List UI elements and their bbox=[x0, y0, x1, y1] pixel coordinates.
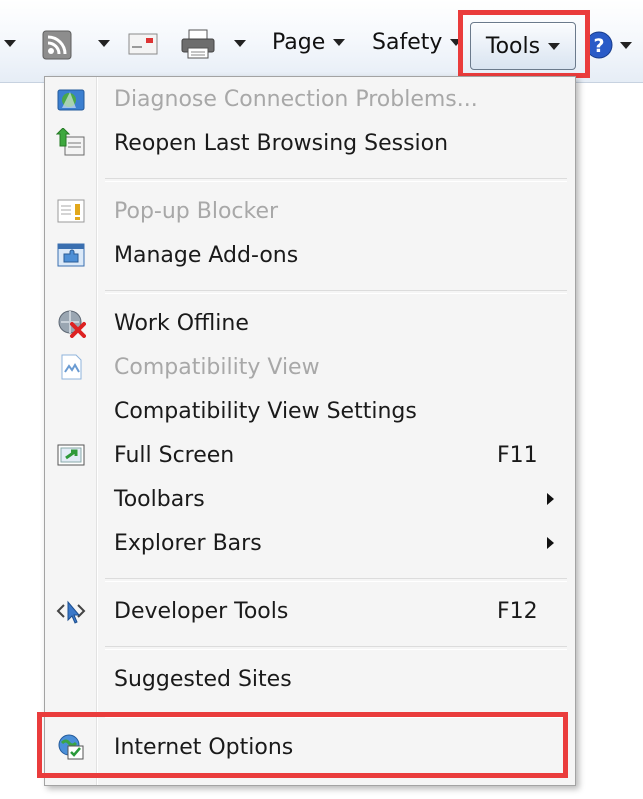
menu-item-popup-blocker[interactable]: Pop-up Blocker bbox=[45, 189, 575, 233]
chevron-down-icon bbox=[548, 42, 561, 50]
help-icon: ? bbox=[585, 31, 613, 59]
network-diagnose-icon bbox=[57, 89, 85, 111]
menu-item-suggested-sites[interactable]: Suggested Sites bbox=[45, 657, 575, 701]
submenu-arrow-icon bbox=[547, 537, 554, 549]
page-menu-button[interactable]: Page bbox=[272, 30, 346, 55]
home-dropdown-arrow[interactable] bbox=[4, 40, 16, 47]
menu-item-label: Explorer Bars bbox=[114, 530, 262, 556]
menu-separator bbox=[105, 178, 567, 182]
full-screen-icon bbox=[57, 444, 85, 466]
read-mail-button[interactable] bbox=[128, 32, 158, 56]
menu-separator bbox=[105, 646, 567, 650]
menu-item-manage-addons[interactable]: Manage Add-ons bbox=[45, 233, 575, 277]
menu-item-label: Developer Tools bbox=[114, 598, 289, 624]
compatibility-view-icon bbox=[61, 354, 82, 380]
menu-separator bbox=[105, 290, 567, 294]
menu-item-work-offline[interactable]: Work Offline bbox=[45, 301, 575, 345]
internet-options-icon bbox=[58, 734, 84, 760]
print-dropdown-arrow[interactable] bbox=[234, 40, 246, 47]
command-bar: Page Safety Tools ? bbox=[0, 0, 643, 83]
chevron-down-icon bbox=[333, 39, 346, 46]
menu-item-label: Compatibility View bbox=[114, 354, 320, 380]
tools-menu-label: Tools bbox=[485, 33, 541, 59]
work-offline-icon bbox=[58, 310, 86, 338]
menu-item-label: Toolbars bbox=[114, 486, 205, 512]
menu-item-reopen-last-session[interactable]: Reopen Last Browsing Session bbox=[45, 121, 575, 165]
menu-item-shortcut: F11 bbox=[497, 442, 538, 468]
menu-item-label: Suggested Sites bbox=[114, 666, 292, 692]
menu-item-label: Compatibility View Settings bbox=[114, 398, 417, 424]
page-menu-label: Page bbox=[272, 30, 326, 55]
help-button[interactable]: ? bbox=[584, 30, 632, 60]
safety-menu-button[interactable]: Safety bbox=[372, 30, 463, 55]
tools-dropdown-menu: Diagnose Connection Problems... Reopen L… bbox=[44, 76, 576, 786]
printer-icon bbox=[181, 29, 215, 59]
feeds-dropdown-arrow[interactable] bbox=[98, 40, 110, 47]
mail-icon bbox=[128, 33, 158, 55]
menu-item-label: Diagnose Connection Problems... bbox=[114, 86, 478, 112]
chevron-down-icon bbox=[450, 39, 463, 46]
menu-separator bbox=[105, 714, 567, 718]
menu-item-full-screen[interactable]: Full Screen F11 bbox=[45, 433, 575, 477]
menu-item-diagnose-connection[interactable]: Diagnose Connection Problems... bbox=[45, 77, 575, 121]
menu-item-toolbars[interactable]: Toolbars bbox=[45, 477, 575, 521]
addons-icon bbox=[57, 243, 85, 267]
menu-item-label: Internet Options bbox=[114, 734, 294, 760]
developer-tools-icon bbox=[56, 600, 86, 624]
rss-feed-icon bbox=[42, 30, 72, 60]
reopen-session-icon bbox=[56, 128, 85, 156]
print-button[interactable] bbox=[180, 28, 216, 60]
feeds-button[interactable] bbox=[42, 30, 72, 60]
submenu-arrow-icon bbox=[547, 493, 554, 505]
chevron-down-icon bbox=[620, 41, 632, 49]
popup-blocker-icon bbox=[57, 199, 85, 223]
menu-item-explorer-bars[interactable]: Explorer Bars bbox=[45, 521, 575, 565]
menu-item-label: Manage Add-ons bbox=[114, 242, 299, 268]
menu-item-compatibility-view-settings[interactable]: Compatibility View Settings bbox=[45, 389, 575, 433]
menu-item-label: Work Offline bbox=[114, 310, 249, 336]
menu-item-label: Reopen Last Browsing Session bbox=[114, 130, 449, 156]
menu-item-label: Pop-up Blocker bbox=[114, 198, 279, 224]
menu-separator bbox=[105, 578, 567, 582]
svg-text:?: ? bbox=[593, 35, 604, 57]
menu-item-developer-tools[interactable]: Developer Tools F12 bbox=[45, 589, 575, 633]
menu-item-shortcut: F12 bbox=[497, 598, 538, 624]
safety-menu-label: Safety bbox=[372, 30, 443, 55]
menu-item-label: Full Screen bbox=[114, 442, 235, 468]
menu-item-internet-options[interactable]: Internet Options bbox=[45, 725, 575, 769]
tools-menu-button[interactable]: Tools bbox=[470, 22, 576, 70]
menu-item-compatibility-view[interactable]: Compatibility View bbox=[45, 345, 575, 389]
